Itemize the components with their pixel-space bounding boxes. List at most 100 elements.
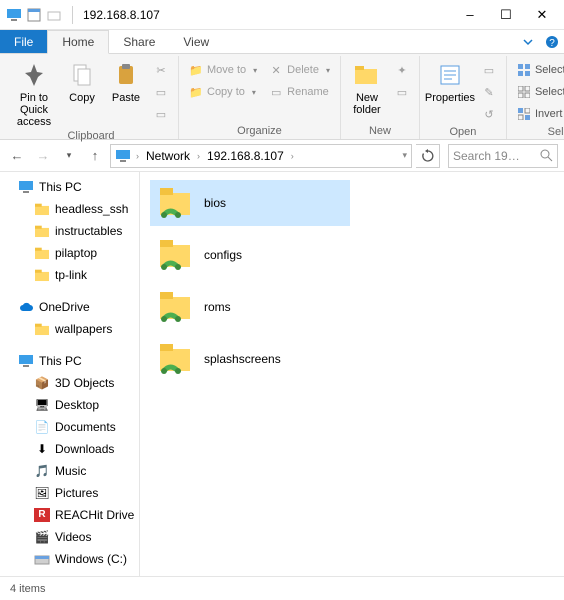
tree-quick-1-label: instructables <box>55 224 122 238</box>
ribbon-collapse-icon[interactable] <box>516 30 540 53</box>
content-view[interactable]: bios configs roms splashscreens <box>140 172 564 576</box>
back-button[interactable]: ← <box>6 145 28 167</box>
tree-pc-0-icon: 📦 <box>34 375 50 391</box>
tree-pc-6[interactable]: RREACHit Drive <box>0 504 139 526</box>
tree-pc-0[interactable]: 📦3D Objects <box>0 372 139 394</box>
tab-share[interactable]: Share <box>109 30 169 53</box>
tree-pc-8[interactable]: Windows (C:) <box>0 548 139 570</box>
tree-thispc[interactable]: This PC <box>0 350 139 372</box>
titlebar: 192.168.8.107 – ☐ ✕ <box>0 0 564 30</box>
help-icon[interactable]: ? <box>540 30 564 53</box>
forward-button[interactable]: → <box>32 145 54 167</box>
tree-onedrive-0[interactable]: wallpapers <box>0 318 139 340</box>
tree-pc-2[interactable]: 📄Documents <box>0 416 139 438</box>
invert-selection-button[interactable]: Invert selection <box>513 104 564 124</box>
folder-name: roms <box>204 300 231 314</box>
open-button[interactable]: ▭ <box>478 60 500 80</box>
tree-pc-1[interactable]: 🖥Desktop <box>0 394 139 416</box>
tree-onedrive-label: OneDrive <box>39 300 90 314</box>
navigation-pane[interactable]: This PCheadless_sshinstructablespilaptop… <box>0 172 140 576</box>
search-input[interactable]: Search 19… <box>448 144 558 168</box>
group-label-organize: Organize <box>185 123 334 139</box>
tree-pc-5[interactable]: 🖼Pictures <box>0 482 139 504</box>
svg-text:?: ? <box>549 38 555 49</box>
delete-icon: ✕ <box>269 63 283 77</box>
tree-thispc-top-icon <box>18 179 34 195</box>
rename-icon: ▭ <box>269 85 283 99</box>
copyto-button[interactable]: 📁Copy to <box>185 82 261 102</box>
up-button[interactable]: ↑ <box>84 145 106 167</box>
newfolder-button[interactable]: New folder <box>347 60 387 116</box>
folder-item-splashscreens[interactable]: splashscreens <box>150 336 350 382</box>
group-label-clipboard: Clipboard <box>10 128 172 144</box>
item-count: 4 items <box>10 583 45 595</box>
pin-label: Pin to Quick access <box>10 92 58 128</box>
tree-pc-6-icon: R <box>34 507 50 523</box>
address-dropdown-icon[interactable]: ▾ <box>402 150 407 161</box>
rename-button[interactable]: ▭Rename <box>265 82 334 102</box>
qat-properties-icon[interactable] <box>26 7 42 23</box>
select-all-button[interactable]: Select all <box>513 60 564 80</box>
edit-icon: ✎ <box>482 85 496 99</box>
tree-thispc-label: This PC <box>39 354 82 368</box>
folder-item-configs[interactable]: configs <box>150 232 350 278</box>
tree-pc-9-icon <box>34 573 50 576</box>
address-bar[interactable]: › Network › 192.168.8.107 › ▾ <box>110 144 412 168</box>
tab-file[interactable]: File <box>0 30 47 53</box>
qat-newfolder-icon[interactable] <box>46 7 62 23</box>
tree-thispc-top[interactable]: This PC <box>0 176 139 198</box>
edit-button[interactable]: ✎ <box>478 82 500 102</box>
tree-pc-9[interactable]: Youtube (D:) <box>0 570 139 576</box>
tab-view[interactable]: View <box>169 30 223 53</box>
delete-button[interactable]: ✕Delete <box>265 60 334 80</box>
tree-onedrive-0-label: wallpapers <box>55 322 112 336</box>
crumb-host[interactable]: 192.168.8.107 <box>205 149 286 163</box>
ribbon-group-new: New folder ✦ ▭ New <box>341 56 420 139</box>
pin-button[interactable]: Pin to Quick access <box>10 60 58 128</box>
tree-quick-3[interactable]: tp-link <box>0 264 139 286</box>
maximize-button[interactable]: ☐ <box>488 1 524 29</box>
copy-button[interactable]: Copy <box>62 60 102 104</box>
newfolder-label: New folder <box>347 92 387 116</box>
paste-icon <box>111 60 141 90</box>
properties-label: Properties <box>425 92 475 104</box>
crumb-network[interactable]: Network <box>144 149 192 163</box>
tree-onedrive-0-icon <box>34 321 50 337</box>
tree-quick-1[interactable]: instructables <box>0 220 139 242</box>
tree-pc-3[interactable]: ⬇Downloads <box>0 438 139 460</box>
copy-path-button[interactable]: ▭ <box>150 82 172 102</box>
moveto-button[interactable]: 📁Move to <box>185 60 261 80</box>
select-none-button[interactable]: Select none <box>513 82 564 102</box>
paste-shortcut-button[interactable]: ▭ <box>150 104 172 124</box>
tree-quick-0-icon <box>34 201 50 217</box>
tree-pc-4[interactable]: 🎵Music <box>0 460 139 482</box>
folder-item-roms[interactable]: roms <box>150 284 350 330</box>
tab-home[interactable]: Home <box>47 30 109 54</box>
tree-pc-2-label: Documents <box>55 420 116 434</box>
tree-onedrive-icon <box>18 299 34 315</box>
moveto-icon: 📁 <box>189 63 203 77</box>
close-button[interactable]: ✕ <box>524 1 560 29</box>
easy-access-button[interactable]: ▭ <box>391 82 413 102</box>
recent-locations-button[interactable]: ▾ <box>58 145 80 167</box>
newfolder-icon <box>352 60 382 90</box>
ribbon-tabs: File Home Share View ? <box>0 30 564 54</box>
properties-button[interactable]: Properties <box>426 60 474 104</box>
tree-pc-5-icon: 🖼 <box>34 485 50 501</box>
folder-item-bios[interactable]: bios <box>150 180 350 226</box>
minimize-button[interactable]: – <box>452 1 488 29</box>
new-item-button[interactable]: ✦ <box>391 60 413 80</box>
group-label-new: New <box>347 123 413 139</box>
tree-pc-7[interactable]: 🎬Videos <box>0 526 139 548</box>
tree-onedrive[interactable]: OneDrive <box>0 296 139 318</box>
history-button[interactable]: ↺ <box>478 104 500 124</box>
paste-button[interactable]: Paste <box>106 60 146 104</box>
tree-pc-1-label: Desktop <box>55 398 99 412</box>
history-icon: ↺ <box>482 107 496 121</box>
paste-label: Paste <box>112 92 140 104</box>
refresh-button[interactable] <box>416 144 440 168</box>
cut-button[interactable]: ✂ <box>150 60 172 80</box>
tree-quick-0[interactable]: headless_ssh <box>0 198 139 220</box>
tree-quick-2[interactable]: pilaptop <box>0 242 139 264</box>
ribbon-group-select: Select all Select none Invert selection … <box>507 56 564 139</box>
